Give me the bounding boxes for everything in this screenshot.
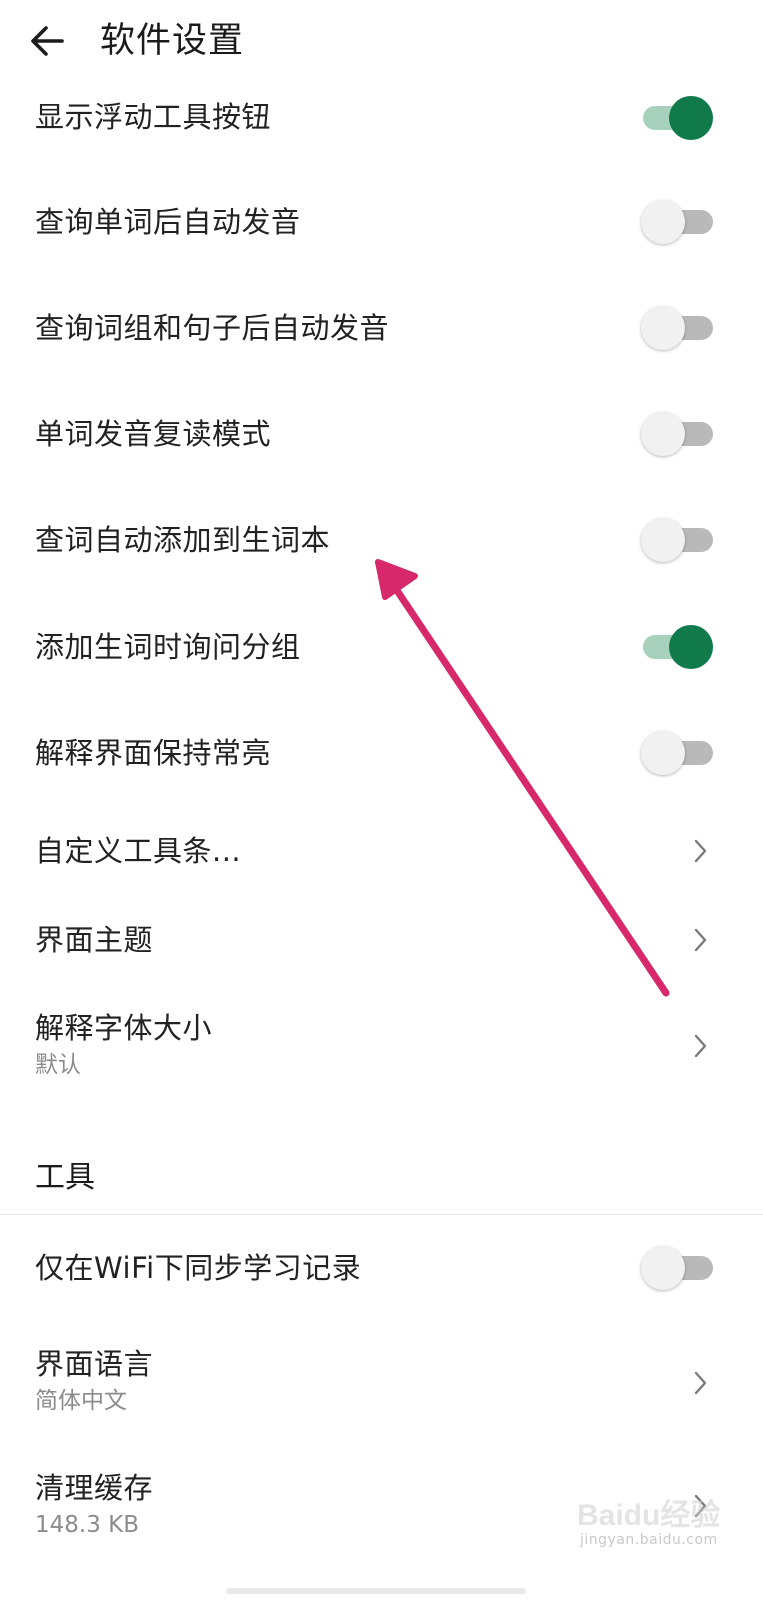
toggle-thumb <box>641 200 685 244</box>
setting-row-floating-tool-button[interactable]: 显示浮动工具按钮 <box>0 85 763 155</box>
toggle-switch[interactable] <box>643 625 713 669</box>
toggle-thumb <box>641 518 685 562</box>
setting-row-theme[interactable]: 界面主题 <box>0 903 763 975</box>
setting-label: 界面语言 <box>35 1347 154 1381</box>
chevron-right-icon <box>694 839 707 863</box>
toggle-switch[interactable] <box>641 306 713 350</box>
setting-row-ask-group[interactable]: 添加生词时询问分组 <box>0 611 763 683</box>
toggle-thumb <box>641 412 685 456</box>
setting-label: 添加生词时询问分组 <box>35 630 301 664</box>
chevron-right-icon <box>694 928 707 952</box>
toggle-switch[interactable] <box>643 96 713 140</box>
setting-row-auto-pronounce-word[interactable]: 查询单词后自动发音 <box>0 186 763 258</box>
setting-row-repeat-mode[interactable]: 单词发音复读模式 <box>0 398 763 470</box>
setting-row-font-size[interactable]: 解释字体大小 默认 <box>0 1000 763 1090</box>
setting-row-wifi-sync[interactable]: 仅在WiFi下同步学习记录 <box>0 1232 763 1304</box>
settings-page: 软件设置 显示浮动工具按钮 查询单词后自动发音 查询词组和句子后自动发音 单词发… <box>0 0 763 1600</box>
arrow-left-icon <box>31 26 64 56</box>
setting-label: 查词自动添加到生词本 <box>35 523 331 557</box>
section-divider <box>0 1214 763 1215</box>
toggle-switch[interactable] <box>641 731 713 775</box>
setting-row-keep-screen-on[interactable]: 解释界面保持常亮 <box>0 717 763 789</box>
watermark-domain: jingyan.baidu.com <box>580 1532 718 1548</box>
page-title: 软件设置 <box>100 21 245 61</box>
setting-label: 清理缓存 <box>35 1471 154 1505</box>
toggle-switch[interactable] <box>641 1246 713 1290</box>
chevron-right-icon <box>694 1371 707 1395</box>
toggle-thumb <box>641 731 685 775</box>
back-button[interactable] <box>22 15 74 67</box>
toggle-switch[interactable] <box>641 412 713 456</box>
setting-label: 仅在WiFi下同步学习记录 <box>35 1251 362 1285</box>
toggle-thumb <box>669 96 713 140</box>
setting-row-auto-add-wordbook[interactable]: 查词自动添加到生词本 <box>0 504 763 576</box>
chevron-right-icon <box>694 1034 707 1058</box>
toggle-switch[interactable] <box>641 518 713 562</box>
setting-label: 单词发音复读模式 <box>35 417 272 451</box>
toggle-switch[interactable] <box>641 200 713 244</box>
app-bar: 软件设置 <box>0 0 763 85</box>
setting-label: 显示浮动工具按钮 <box>35 100 272 134</box>
setting-label: 查询词组和句子后自动发音 <box>35 311 390 345</box>
home-indicator[interactable] <box>226 1588 526 1594</box>
svg-text:Baidu经验: Baidu经验 <box>577 1498 720 1532</box>
setting-row-language[interactable]: 界面语言 简体中文 <box>0 1336 763 1426</box>
setting-label: 查询单词后自动发音 <box>35 205 301 239</box>
setting-row-custom-toolbar[interactable]: 自定义工具条... <box>0 815 763 887</box>
toggle-thumb <box>669 625 713 669</box>
setting-sublabel: 148.3 KB <box>35 1512 140 1538</box>
setting-label: 解释字体大小 <box>35 1011 213 1045</box>
setting-sublabel: 默认 <box>35 1052 81 1078</box>
setting-label: 自定义工具条... <box>35 834 242 868</box>
setting-label: 界面主题 <box>35 923 154 957</box>
toggle-thumb <box>641 1246 685 1290</box>
toggle-thumb <box>641 306 685 350</box>
setting-sublabel: 简体中文 <box>35 1388 127 1414</box>
section-title-tools: 工具 <box>35 1160 95 1195</box>
setting-label: 解释界面保持常亮 <box>35 736 272 770</box>
setting-row-auto-pronounce-phrase[interactable]: 查询词组和句子后自动发音 <box>0 292 763 364</box>
